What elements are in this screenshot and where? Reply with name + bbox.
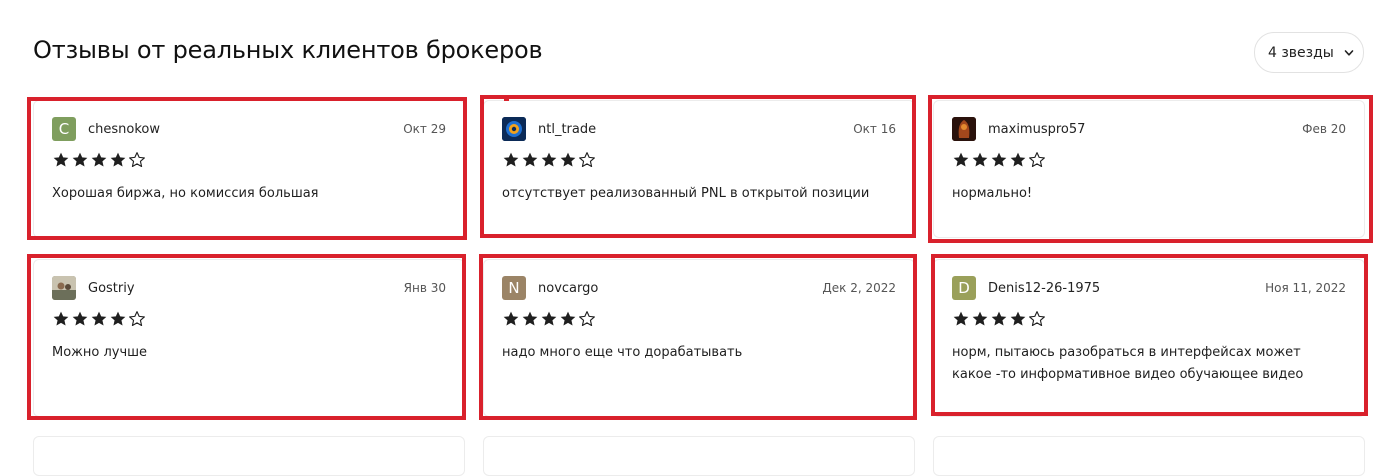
star-empty-icon — [1028, 151, 1046, 171]
avatar: C — [52, 117, 76, 141]
rating-filter-dropdown[interactable]: 4 звезды — [1254, 32, 1364, 73]
avatar-image — [52, 276, 76, 300]
review-card: ntl_trade Окт 16 отсутствует реализованн… — [483, 100, 915, 238]
rating-filter-label: 4 звезды — [1268, 44, 1334, 61]
star-filled-icon — [90, 310, 108, 330]
review-username[interactable]: novcargo — [538, 281, 822, 296]
star-filled-icon — [990, 310, 1008, 330]
star-filled-icon — [971, 151, 989, 171]
star-filled-icon — [109, 310, 127, 330]
star-filled-icon — [52, 310, 70, 330]
review-date: Дек 2, 2022 — [822, 281, 896, 295]
review-card: N novcargo Дек 2, 2022 надо много еще чт… — [483, 259, 915, 417]
review-username[interactable]: maximuspro57 — [988, 122, 1302, 137]
review-text: Можно лучше — [52, 345, 148, 360]
star-rating — [52, 151, 446, 171]
review-date: Окт 29 — [403, 122, 446, 136]
star-filled-icon — [952, 151, 970, 171]
avatar — [502, 117, 526, 141]
star-empty-icon — [1028, 310, 1046, 330]
page-title: Отзывы от реальных клиентов брокеров — [33, 36, 543, 64]
star-filled-icon — [521, 310, 539, 330]
review-date: Окт 16 — [853, 122, 896, 136]
avatar-image — [952, 117, 976, 141]
star-empty-icon — [578, 310, 596, 330]
avatar-image — [502, 117, 526, 141]
avatar — [52, 276, 76, 300]
star-empty-icon — [128, 310, 146, 330]
review-card — [483, 436, 915, 476]
star-filled-icon — [502, 151, 520, 171]
star-rating — [952, 151, 1346, 171]
review-username[interactable]: Gostriy — [88, 281, 404, 296]
review-card — [933, 436, 1365, 476]
review-card: C chesnokow Окт 29 Хорошая биржа, но ком… — [33, 100, 465, 238]
star-filled-icon — [971, 310, 989, 330]
review-username[interactable]: ntl_trade — [538, 122, 853, 137]
avatar: N — [502, 276, 526, 300]
review-text: Хорошая биржа, но комиссия большая — [52, 186, 319, 201]
star-rating — [502, 310, 896, 330]
avatar: D — [952, 276, 976, 300]
highlight-mark — [504, 96, 509, 101]
review-card: D Denis12-26-1975 Ноя 11, 2022 норм, пыт… — [933, 259, 1365, 417]
review-text: надо много еще что дорабатывать — [502, 345, 743, 360]
star-filled-icon — [52, 151, 70, 171]
star-rating — [502, 151, 896, 171]
star-empty-icon — [578, 151, 596, 171]
star-filled-icon — [502, 310, 520, 330]
review-text: отсутствует реализованный PNL в открытой… — [502, 186, 870, 201]
star-filled-icon — [990, 151, 1008, 171]
star-filled-icon — [1009, 310, 1027, 330]
star-filled-icon — [90, 151, 108, 171]
star-filled-icon — [540, 310, 558, 330]
star-filled-icon — [559, 151, 577, 171]
star-empty-icon — [128, 151, 146, 171]
star-filled-icon — [540, 151, 558, 171]
star-rating — [952, 310, 1346, 330]
chevron-down-icon — [1344, 49, 1354, 56]
review-username[interactable]: Denis12-26-1975 — [988, 281, 1265, 296]
review-username[interactable]: chesnokow — [88, 122, 403, 137]
star-filled-icon — [71, 151, 89, 171]
review-text: нормально! — [952, 186, 1033, 201]
review-card: maximuspro57 Фев 20 нормально! — [933, 100, 1365, 238]
star-filled-icon — [559, 310, 577, 330]
star-filled-icon — [952, 310, 970, 330]
review-card: Gostriy Янв 30 Можно лучше — [33, 259, 465, 417]
review-text: норм, пытаюсь разобраться в интерфейсах … — [952, 345, 1304, 382]
review-date: Фев 20 — [1302, 122, 1346, 136]
star-filled-icon — [521, 151, 539, 171]
star-rating — [52, 310, 446, 330]
star-filled-icon — [71, 310, 89, 330]
review-date: Ноя 11, 2022 — [1265, 281, 1346, 295]
review-card — [33, 436, 465, 476]
review-date: Янв 30 — [403, 281, 446, 295]
star-filled-icon — [1009, 151, 1027, 171]
avatar — [952, 117, 976, 141]
star-filled-icon — [109, 151, 127, 171]
